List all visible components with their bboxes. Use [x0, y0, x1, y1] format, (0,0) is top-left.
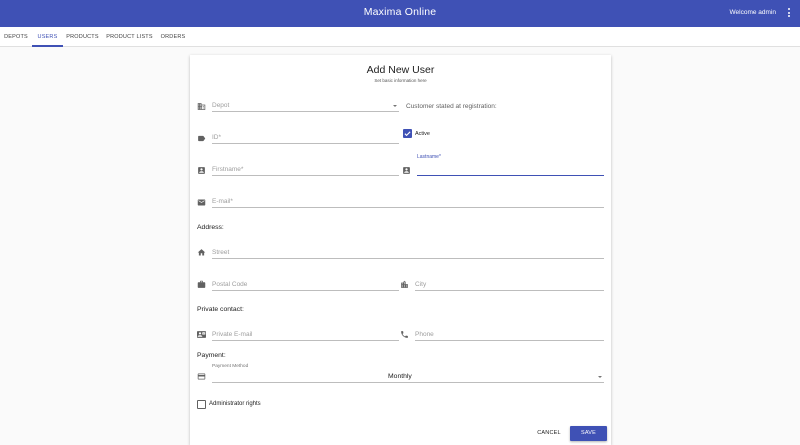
- tab-depots[interactable]: DEPOTS: [0, 27, 32, 47]
- welcome-text: Welcome admin: [729, 9, 776, 16]
- phone-input[interactable]: Phone: [415, 329, 604, 341]
- id-input[interactable]: ID*: [212, 132, 399, 144]
- depot-placeholder: Depot: [212, 102, 230, 109]
- payment-method-select[interactable]: Payment Method Monthly: [212, 364, 604, 383]
- page-title: Add New User: [366, 64, 435, 76]
- phone-placeholder: Phone: [415, 331, 434, 338]
- home-icon: [197, 248, 206, 257]
- postal-code-placeholder: Postal Code: [212, 281, 248, 288]
- private-email-input[interactable]: Private E-mail: [212, 329, 399, 341]
- phone-icon: [400, 330, 409, 339]
- payment-heading: Payment:: [197, 352, 226, 359]
- tab-products[interactable]: PRODUCTS: [63, 27, 102, 47]
- firstname-input[interactable]: Firstname*: [212, 164, 399, 176]
- private-email-placeholder: Private E-mail: [212, 331, 253, 338]
- address-heading: Address:: [197, 224, 224, 231]
- payment-method-value: Monthly: [388, 373, 412, 380]
- postal-code-input[interactable]: Postal Code: [212, 279, 399, 291]
- depot-select[interactable]: Depot: [212, 100, 399, 112]
- email-placeholder: E-mail: [212, 198, 231, 205]
- email-icon: [197, 198, 206, 207]
- more-vert-icon[interactable]: [786, 8, 792, 19]
- lastname-input[interactable]: Lastname*: [417, 154, 604, 176]
- cancel-button[interactable]: CANCEL: [531, 426, 567, 441]
- chevron-down-icon: [393, 105, 397, 107]
- credit-card-icon: [197, 372, 206, 381]
- customer-stated-label: Customer stated at registration:: [406, 103, 497, 110]
- tab-orders[interactable]: ORDERS: [157, 27, 189, 47]
- account-box-icon: [402, 166, 411, 175]
- business-icon: [197, 102, 206, 111]
- check-icon: [404, 131, 411, 137]
- location-city-icon: [400, 280, 409, 289]
- admin-rights-checkbox[interactable]: [197, 400, 206, 409]
- save-button[interactable]: SAVE: [570, 426, 607, 441]
- street-input[interactable]: Street: [212, 247, 604, 259]
- work-icon: [197, 280, 206, 289]
- email-input[interactable]: E-mail*: [212, 196, 604, 208]
- active-label: Active: [415, 131, 430, 137]
- payment-method-label: Payment Method: [212, 364, 249, 369]
- app-title: Maxima Online: [363, 6, 437, 18]
- nav-tabs: DEPOTS USERS PRODUCTS PRODUCT LISTS ORDE…: [0, 27, 800, 47]
- label-icon: [197, 134, 206, 143]
- app-bar: Maxima Online Welcome admin: [0, 0, 800, 27]
- id-required-mark: *: [218, 134, 222, 141]
- active-checkbox[interactable]: [403, 129, 412, 138]
- account-box-icon: [197, 166, 206, 175]
- admin-rights-label: Administrator rights: [209, 401, 261, 407]
- page-subtitle: Set basic information here: [374, 78, 427, 83]
- private-contact-heading: Private contact:: [197, 306, 244, 313]
- city-placeholder: City: [415, 281, 427, 288]
- tab-users[interactable]: USERS: [32, 27, 63, 47]
- chevron-down-icon: [598, 376, 602, 378]
- street-placeholder: Street: [212, 249, 230, 256]
- lastname-label: Lastname: [417, 154, 439, 160]
- email-required-mark: *: [230, 198, 233, 205]
- tab-product-lists[interactable]: PRODUCT LISTS: [102, 27, 157, 47]
- add-user-card: Add New User Set basic information here …: [190, 55, 611, 445]
- lastname-required-mark: *: [438, 154, 441, 160]
- firstname-required-mark: *: [240, 166, 244, 173]
- contact-mail-icon: [197, 330, 206, 339]
- city-input[interactable]: City: [415, 279, 604, 291]
- firstname-placeholder: Firstname: [212, 166, 241, 173]
